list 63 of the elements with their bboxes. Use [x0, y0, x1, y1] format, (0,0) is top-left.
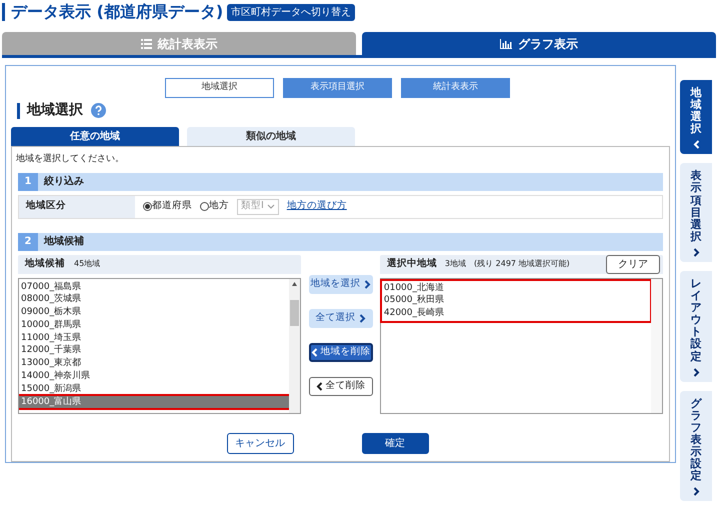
- step-indicator: 統計表表示: [401, 78, 510, 98]
- candidate-item[interactable]: 09000_栃木県: [19, 306, 290, 319]
- chevron-left-icon: [310, 348, 318, 356]
- candidate-item[interactable]: 13000_東京都: [19, 357, 290, 370]
- section-header: 2 地域候補: [18, 232, 663, 250]
- radio-option[interactable]: 都道府県: [143, 199, 192, 214]
- move-button[interactable]: 全て削除: [308, 376, 372, 396]
- panel-title: 選択中地域: [386, 256, 437, 271]
- step-indicator: 表示項目選択: [283, 78, 392, 98]
- list-icon: [140, 38, 152, 48]
- chevron-right-icon: [692, 487, 700, 496]
- candidate-item[interactable]: 11000_埼玉県: [19, 332, 290, 344]
- chevron-right-icon: [358, 314, 366, 322]
- region-count: 3地域: [444, 258, 466, 270]
- row-label: 地域区分: [19, 196, 135, 218]
- chevron-right-icon: [692, 248, 700, 257]
- scrollbar[interactable]: [651, 278, 662, 412]
- confirm-button[interactable]: 確定: [362, 432, 428, 454]
- selected-item[interactable]: 05000_秋田県: [382, 294, 650, 308]
- panel-title: 地域候補: [25, 256, 65, 271]
- caret-icon: [266, 204, 275, 209]
- candidate-list[interactable]: 07000_福島県 08000_茨城県 09000_栃木県 10000_群馬県 11000_埼玉県 12000_千葉県 13000_東京都 14000_神奈川県 15000_新潟県 16000_富山県: [18, 278, 302, 414]
- candidate-item[interactable]: 15000_新潟県: [19, 382, 290, 396]
- bar-chart-icon: [500, 38, 512, 48]
- selected-item[interactable]: 01000_北海道: [382, 282, 650, 294]
- instruction-text: 地域を選択してください。: [16, 153, 125, 166]
- chevron-right-icon: [364, 280, 370, 288]
- region-count: 45地域: [74, 258, 100, 270]
- side-tab[interactable]: 地域選択: [680, 80, 712, 154]
- selected-item[interactable]: 42000_長崎県: [382, 307, 650, 320]
- radio-option[interactable]: 地方: [200, 199, 229, 214]
- side-tab[interactable]: グラフ表示設定: [680, 390, 712, 502]
- section-title: 地域選択: [27, 101, 83, 120]
- selected-list[interactable]: 01000_北海道 05000_秋田県 42000_長崎県: [380, 278, 663, 414]
- chevron-right-icon: [692, 368, 700, 377]
- chevron-left-icon: [316, 382, 322, 390]
- candidate-item[interactable]: 16000_富山県: [19, 396, 290, 408]
- side-tab[interactable]: 表示項目選択: [680, 163, 712, 262]
- move-button[interactable]: 地域を削除: [308, 342, 372, 362]
- page-title: データ表示 (都道府県データ): [11, 1, 224, 23]
- candidate-item[interactable]: 12000_千葉県: [19, 344, 290, 358]
- region-tab[interactable]: 任意の地域: [11, 127, 179, 146]
- remaining-count: (残り 2497 地域選択可能): [474, 258, 570, 270]
- move-button[interactable]: 全て選択: [308, 308, 372, 328]
- scrollbar-thumb[interactable]: [290, 300, 300, 326]
- candidate-item[interactable]: 10000_群馬県: [19, 318, 290, 332]
- help-icon[interactable]: [91, 103, 106, 118]
- switch-button[interactable]: 市区町村データへ切り替え: [227, 4, 356, 20]
- side-tab[interactable]: レイアウト設定: [680, 270, 712, 382]
- region-tab[interactable]: 類似の地域: [187, 127, 355, 146]
- chevron-left-icon: [692, 140, 700, 150]
- move-button[interactable]: 地域を選択: [308, 274, 372, 294]
- view-tab[interactable]: グラフ表示: [362, 32, 716, 55]
- section-header: 1 絞り込み: [18, 172, 663, 190]
- region-help-link[interactable]: 地方の選び方: [286, 199, 347, 214]
- candidate-item[interactable]: 07000_福島県: [19, 280, 290, 294]
- candidate-item[interactable]: 08000_茨城県: [19, 293, 290, 306]
- step-indicator: 地域選択: [165, 78, 274, 98]
- cancel-button[interactable]: キャンセル: [226, 432, 294, 454]
- scrollbar[interactable]: [289, 278, 300, 412]
- scroll-up-icon[interactable]: [292, 282, 298, 286]
- candidate-item[interactable]: 14000_神奈川県: [19, 370, 290, 383]
- clear-button[interactable]: クリア: [606, 254, 660, 274]
